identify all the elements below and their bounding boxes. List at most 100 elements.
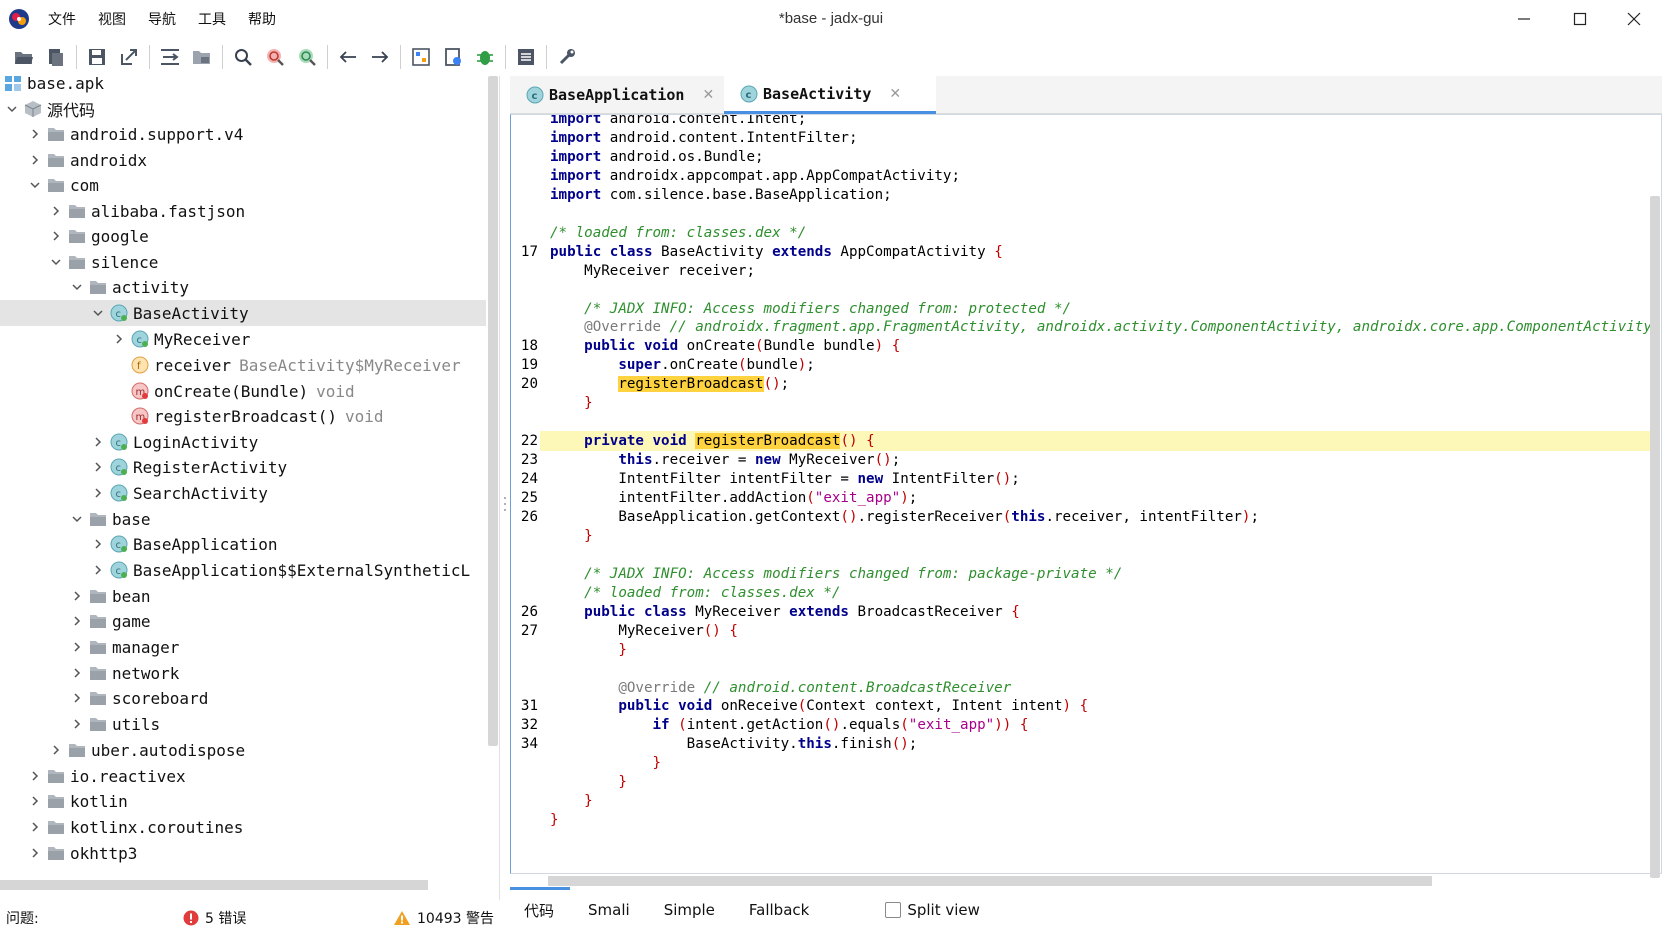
code-line[interactable] bbox=[511, 412, 1651, 432]
tree-node[interactable]: okhttp3 bbox=[0, 840, 486, 866]
chevron-right-icon[interactable] bbox=[111, 331, 127, 347]
chevron-right-icon[interactable] bbox=[90, 434, 106, 450]
code-line[interactable]: } bbox=[511, 640, 1651, 660]
chevron-right-icon[interactable] bbox=[27, 845, 43, 861]
usage-search-button[interactable] bbox=[291, 41, 323, 73]
code-line[interactable]: 23 this.receiver = new MyReceiver(); bbox=[511, 450, 1651, 470]
chevron-right-icon[interactable] bbox=[69, 665, 85, 681]
tree-node[interactable]: c MyReceiver bbox=[0, 326, 486, 352]
chevron-right-icon[interactable] bbox=[48, 228, 64, 244]
tree-node[interactable]: manager bbox=[0, 634, 486, 660]
tree-node[interactable]: com bbox=[0, 172, 486, 198]
chevron-right-icon[interactable] bbox=[69, 588, 85, 604]
code-line[interactable]: @Override // androidx.fragment.app.Fragm… bbox=[511, 317, 1660, 337]
chevron-right-icon[interactable] bbox=[48, 203, 64, 219]
code-line[interactable]: import android.content.Intent; bbox=[511, 115, 1651, 129]
chevron-right-icon[interactable] bbox=[90, 536, 106, 552]
chevron-right-icon[interactable] bbox=[48, 742, 64, 758]
code-line[interactable]: /* JADX INFO: Access modifiers changed f… bbox=[511, 564, 1651, 584]
close-tab-icon[interactable]: ✕ bbox=[702, 87, 714, 103]
save-all-button[interactable] bbox=[81, 41, 113, 73]
tree-node[interactable]: base.apk bbox=[0, 76, 486, 96]
tree-node[interactable]: kotlinx.coroutines bbox=[0, 814, 486, 840]
code-line[interactable]: 20 registerBroadcast(); bbox=[511, 374, 1651, 394]
deobfuscation-button[interactable] bbox=[405, 41, 437, 73]
tree-node[interactable]: alibaba.fastjson bbox=[0, 198, 486, 224]
tree-node[interactable]: game bbox=[0, 608, 486, 634]
chevron-right-icon[interactable] bbox=[27, 819, 43, 835]
preferences-button[interactable] bbox=[551, 41, 583, 73]
code-line[interactable]: 25 intentFilter.addAction("exit_app"); bbox=[511, 488, 1651, 508]
class-search-button[interactable] bbox=[259, 41, 291, 73]
chevron-right-icon[interactable] bbox=[90, 459, 106, 475]
code-line[interactable]: 22 private void registerBroadcast() { bbox=[521, 431, 1651, 452]
code-line[interactable]: } bbox=[511, 526, 1651, 546]
resize-grip[interactable] bbox=[824, 928, 840, 932]
code-line[interactable]: 26 public class MyReceiver extends Broad… bbox=[511, 602, 1651, 622]
tab-base-activity[interactable]: c BaseActivity ✕ bbox=[724, 76, 936, 114]
chevron-right-icon[interactable] bbox=[27, 768, 43, 784]
code-line[interactable]: 26 BaseApplication.getContext().register… bbox=[511, 507, 1651, 527]
chevron-down-icon[interactable] bbox=[4, 101, 20, 117]
chevron-right-icon[interactable] bbox=[69, 639, 85, 655]
code-line[interactable]: import androidx.appcompat.app.AppCompatA… bbox=[511, 166, 1651, 186]
close-tab-icon[interactable]: ✕ bbox=[889, 86, 901, 102]
tree-vertical-scrollbar[interactable] bbox=[488, 76, 498, 746]
menu-navigation[interactable]: 导航 bbox=[148, 9, 176, 29]
errors-indicator[interactable]: 5 错误 bbox=[183, 900, 246, 936]
chevron-right-icon[interactable] bbox=[90, 562, 106, 578]
chevron-right-icon[interactable] bbox=[27, 126, 43, 142]
code-line[interactable] bbox=[511, 545, 1651, 565]
menu-tools[interactable]: 工具 bbox=[198, 9, 226, 29]
tree-node[interactable]: network bbox=[0, 660, 486, 686]
close-window-button[interactable] bbox=[1606, 0, 1662, 38]
code-line[interactable]: @Override // android.content.BroadcastRe… bbox=[511, 678, 1651, 698]
tree-node[interactable]: scoreboard bbox=[0, 685, 486, 711]
tree-node[interactable]: kotlin bbox=[0, 788, 486, 814]
tree-node[interactable]: c BaseApplication bbox=[0, 531, 486, 557]
flatten-packages-button[interactable] bbox=[186, 41, 218, 73]
code-line[interactable]: 17 public class BaseActivity extends AppC… bbox=[511, 242, 1651, 262]
quark-button[interactable] bbox=[437, 41, 469, 73]
tree-node[interactable]: base bbox=[0, 506, 486, 532]
menu-view[interactable]: 视图 bbox=[98, 9, 126, 29]
warnings-indicator[interactable]: 10493 警告 bbox=[393, 900, 494, 936]
tab-base-application[interactable]: c BaseApplication ✕ bbox=[510, 76, 724, 114]
chevron-right-icon[interactable] bbox=[27, 152, 43, 168]
chevron-down-icon[interactable] bbox=[90, 305, 106, 321]
export-button[interactable] bbox=[113, 41, 145, 73]
tree-horizontal-scrollbar[interactable] bbox=[0, 880, 428, 890]
text-search-button[interactable] bbox=[227, 41, 259, 73]
code-line[interactable]: } bbox=[511, 772, 1651, 792]
maximize-button[interactable] bbox=[1552, 0, 1608, 38]
code-line[interactable]: 18 public void onCreate(Bundle bundle) { bbox=[511, 336, 1651, 356]
code-line[interactable]: import android.content.IntentFilter; bbox=[511, 128, 1651, 148]
code-editor[interactable]: import android.content.Intent; import and… bbox=[510, 114, 1662, 874]
panel-splitter[interactable] bbox=[502, 495, 508, 513]
code-line[interactable]: } bbox=[511, 810, 1651, 830]
tree-node[interactable]: 源代码 bbox=[0, 96, 486, 122]
tree-node[interactable]: android.support.v4 bbox=[0, 121, 486, 147]
tree-node[interactable]: io.reactivex bbox=[0, 763, 486, 789]
tree-node[interactable]: c SearchActivity bbox=[0, 480, 486, 506]
code-line[interactable]: 27 MyReceiver() { bbox=[511, 621, 1651, 641]
code-line[interactable]: MyReceiver receiver; bbox=[511, 261, 1651, 281]
code-line[interactable]: import android.os.Bundle; bbox=[511, 147, 1651, 167]
forward-button[interactable] bbox=[364, 41, 396, 73]
mode-tab-fallback[interactable]: Fallback bbox=[749, 901, 809, 919]
add-files-button[interactable] bbox=[40, 41, 72, 73]
code-line[interactable]: } bbox=[511, 393, 1651, 413]
log-viewer-button[interactable] bbox=[510, 41, 542, 73]
tree-node[interactable]: utils bbox=[0, 711, 486, 737]
code-horizontal-scrollbar[interactable] bbox=[548, 876, 1432, 886]
tree-node[interactable]: silence bbox=[0, 249, 486, 275]
chevron-right-icon[interactable] bbox=[90, 485, 106, 501]
minimize-button[interactable] bbox=[1496, 0, 1552, 38]
tree-node[interactable]: androidx bbox=[0, 147, 486, 173]
chevron-right-icon[interactable] bbox=[69, 613, 85, 629]
chevron-right-icon[interactable] bbox=[27, 793, 43, 809]
tree-node[interactable]: c RegisterActivity bbox=[0, 454, 486, 480]
tree-node[interactable]: c BaseApplication$$ExternalSyntheticL bbox=[0, 557, 486, 583]
code-vertical-scrollbar[interactable] bbox=[1650, 196, 1660, 878]
tree-node[interactable]: activity bbox=[0, 274, 486, 300]
